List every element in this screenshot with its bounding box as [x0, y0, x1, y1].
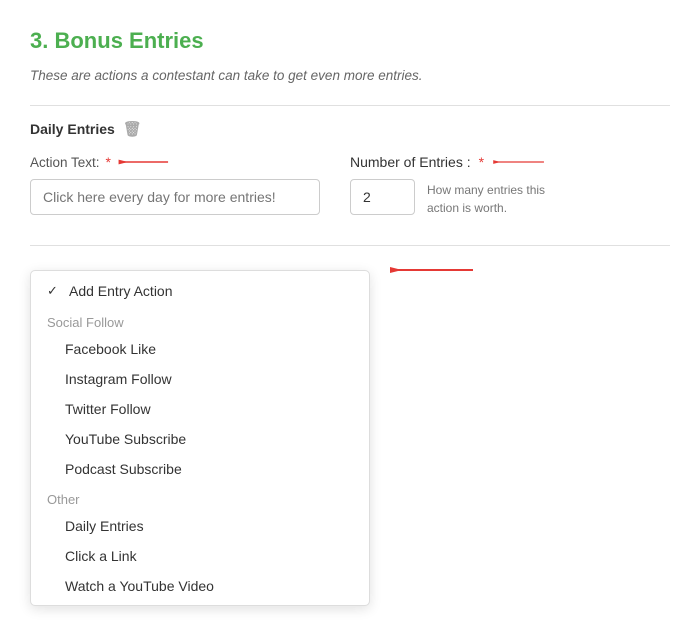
- dropdown-item-add-entry[interactable]: ✓ Add Entry Action: [31, 275, 369, 307]
- action-text-label-row: Action Text: *: [30, 152, 320, 172]
- subtitle: These are actions a contestant can take …: [30, 68, 670, 83]
- number-group: How many entries this action is worth.: [350, 179, 557, 217]
- dropdown-arrow: [388, 260, 478, 280]
- action-text-input[interactable]: [30, 179, 320, 215]
- dropdown-group-other: Other: [31, 484, 369, 511]
- checkmark-icon: ✓: [47, 283, 61, 299]
- dropdown-menu[interactable]: ✓ Add Entry Action Social Follow Faceboo…: [30, 270, 370, 606]
- dropdown-item-instagram-follow[interactable]: Instagram Follow: [31, 364, 369, 394]
- trash-icon[interactable]: 🗑: [123, 120, 142, 138]
- dropdown-item-click-a-link[interactable]: Click a Link: [31, 541, 369, 571]
- action-text-label: Action Text:: [30, 155, 100, 170]
- dropdown-item-podcast-subscribe[interactable]: Podcast Subscribe: [31, 454, 369, 484]
- divider-top: [30, 105, 670, 106]
- daily-entries-label: Daily Entries: [30, 121, 115, 137]
- number-entries-required-star: *: [479, 154, 484, 170]
- dropdown-trigger-row: ✓ Add Entry Action Social Follow Faceboo…: [30, 260, 670, 280]
- fields-row: Action Text: * Number of Entries : *: [30, 152, 670, 217]
- dropdown-item-facebook-like[interactable]: Facebook Like: [31, 334, 369, 364]
- number-entries-label-row: Number of Entries : *: [350, 152, 557, 172]
- bottom-section: ✓ Add Entry Action Social Follow Faceboo…: [30, 260, 670, 280]
- dropdown-item-twitter-follow[interactable]: Twitter Follow: [31, 394, 369, 424]
- title-text: Bonus Entries: [54, 28, 203, 53]
- number-entries-input[interactable]: [350, 179, 415, 215]
- dropdown-item-youtube-subscribe[interactable]: YouTube Subscribe: [31, 424, 369, 454]
- dropdown-item-label-add-entry: Add Entry Action: [69, 283, 173, 299]
- number-entries-label: Number of Entries :: [350, 154, 471, 170]
- dropdown-group-social-follow: Social Follow: [31, 307, 369, 334]
- action-text-arrow: [117, 152, 172, 172]
- dropdown-item-watch-youtube[interactable]: Watch a YouTube Video: [31, 571, 369, 601]
- dropdown-item-daily-entries[interactable]: Daily Entries: [31, 511, 369, 541]
- section-title: 3. Bonus Entries: [30, 28, 670, 54]
- step-number: 3.: [30, 28, 48, 53]
- number-entries-group: Number of Entries : * How many entries t…: [350, 152, 557, 217]
- number-entries-arrow: [492, 152, 547, 172]
- divider-bottom: [30, 245, 670, 246]
- action-text-group: Action Text: *: [30, 152, 320, 215]
- action-text-required-star: *: [106, 154, 111, 170]
- entries-hint: How many entries this action is worth.: [427, 181, 557, 217]
- daily-entries-section-label: Daily Entries 🗑: [30, 120, 670, 138]
